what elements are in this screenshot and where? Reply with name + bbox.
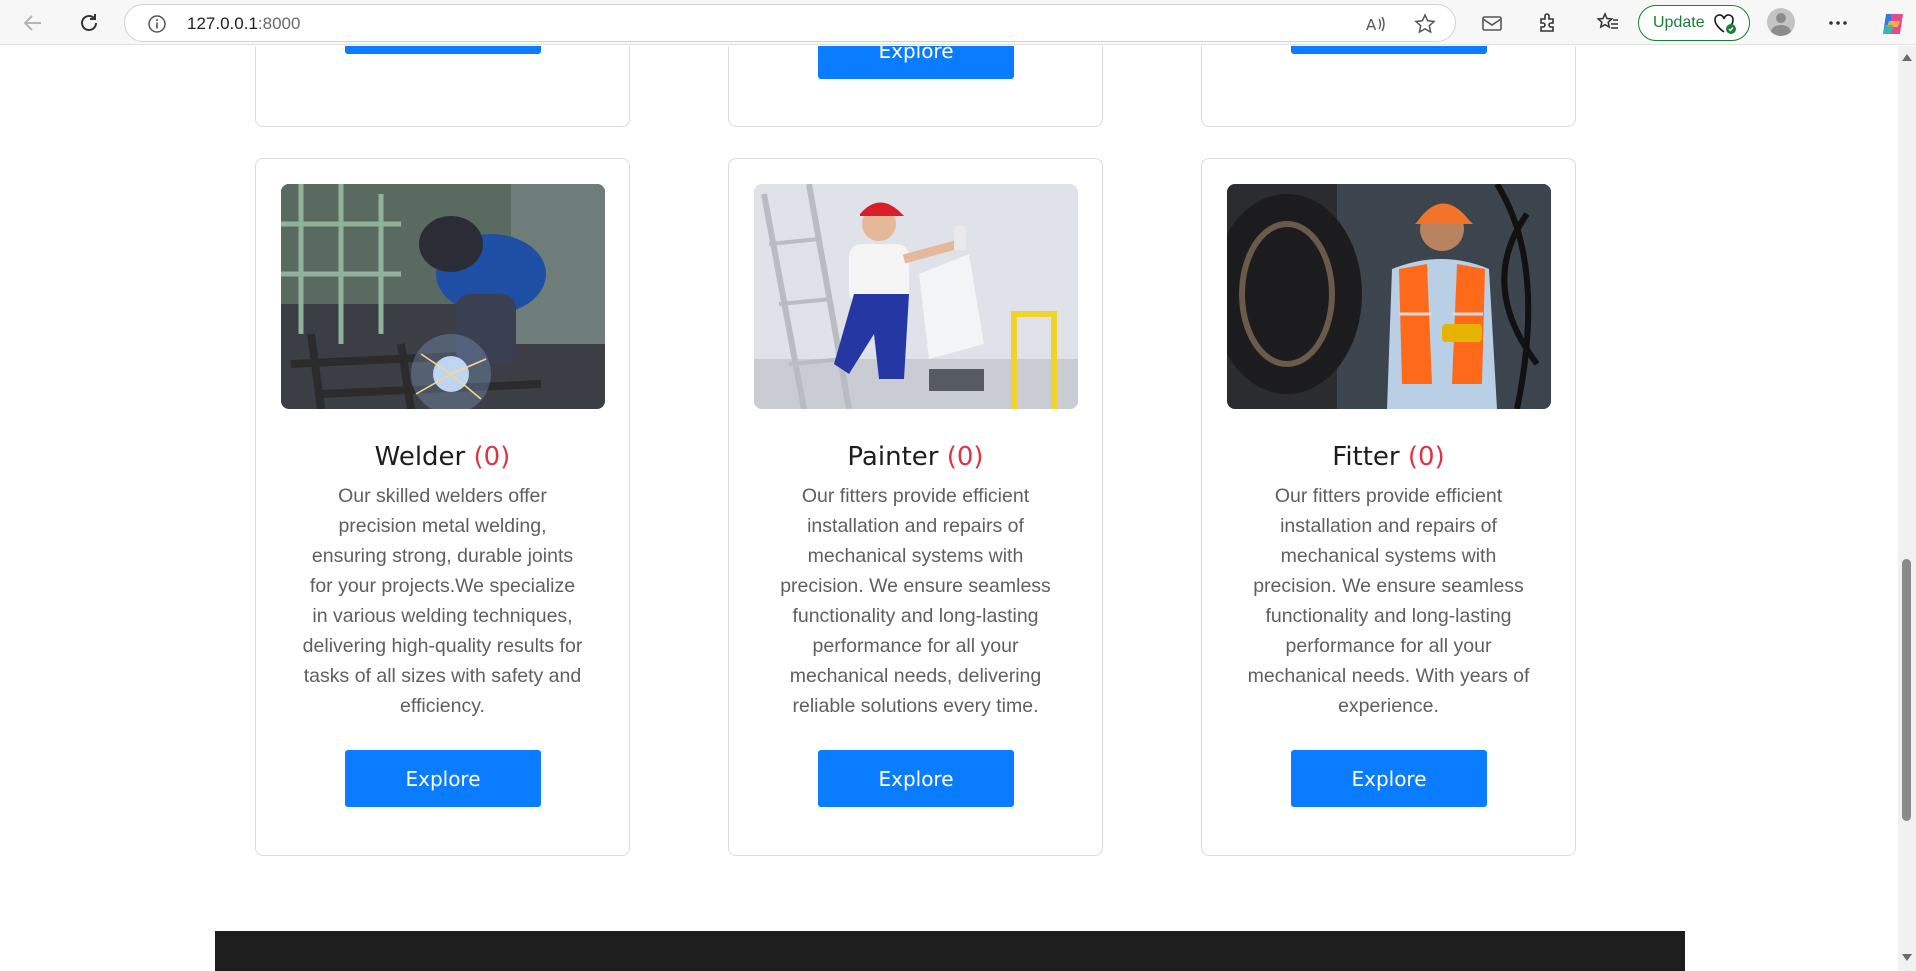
scroll-up-icon[interactable] — [1902, 54, 1912, 61]
service-count: (0) — [473, 442, 511, 472]
site-info-icon[interactable] — [147, 14, 167, 39]
profile-avatar[interactable] — [1767, 8, 1795, 36]
back-arrow-icon — [23, 15, 41, 31]
explore-button[interactable]: Explore — [818, 750, 1014, 807]
favorite-star-icon[interactable] — [1414, 13, 1436, 35]
update-label: Update — [1653, 14, 1705, 31]
service-description: Our skilled welders offer precision meta… — [302, 485, 583, 717]
service-card-top-3 — [1201, 46, 1576, 127]
service-title: Welder (0) — [256, 442, 629, 472]
update-button[interactable]: Update — [1638, 5, 1750, 41]
vertical-scrollbar[interactable] — [1898, 46, 1916, 971]
service-description: Our fitters provide efficient installati… — [780, 485, 1051, 717]
fitter-image — [1227, 184, 1551, 409]
page-footer — [215, 931, 1685, 971]
scrollbar-thumb[interactable] — [1902, 559, 1911, 821]
service-title: Fitter (0) — [1202, 442, 1575, 472]
copilot-icon[interactable] — [1880, 11, 1904, 35]
explore-label: Explore — [878, 46, 954, 63]
address-bar[interactable]: 127.0.0.1:8000 A — [124, 4, 1456, 42]
service-title: Painter (0) — [729, 442, 1102, 472]
service-count: (0) — [1407, 442, 1445, 472]
service-card-fitter: Fitter (0) Our fitters provide efficient… — [1201, 158, 1576, 856]
reload-icon — [81, 14, 97, 31]
service-description: Our fitters provide efficient installati… — [1247, 485, 1530, 717]
explore-button[interactable]: Explore — [1291, 750, 1487, 807]
svg-text:A: A — [1366, 16, 1377, 34]
read-aloud-icon[interactable]: A — [1365, 13, 1387, 35]
mail-icon[interactable] — [1480, 11, 1504, 35]
service-name: Welder — [374, 442, 466, 472]
service-name: Painter — [847, 442, 939, 472]
explore-button[interactable] — [345, 46, 541, 54]
explore-button[interactable]: Explore — [345, 750, 541, 807]
reload-button[interactable] — [74, 8, 104, 38]
service-card-painter: Painter (0) Our fitters provide efficien… — [728, 158, 1103, 856]
page-viewport: Explore Welder (0) Our skilled welders o… — [0, 46, 1898, 971]
more-options-icon[interactable] — [1826, 11, 1850, 35]
service-card-top-2: Explore — [728, 46, 1103, 127]
url-host: 127.0.0.1 — [187, 14, 258, 33]
explore-label: Explore — [405, 766, 481, 791]
collections-icon[interactable] — [1596, 11, 1620, 35]
browser-toolbar: 127.0.0.1:8000 A Update — [0, 0, 1916, 45]
explore-label: Explore — [878, 766, 954, 791]
url-text[interactable]: 127.0.0.1:8000 — [187, 14, 300, 34]
back-button[interactable] — [18, 8, 48, 38]
service-count: (0) — [946, 442, 984, 472]
explore-button[interactable] — [1291, 46, 1487, 54]
explore-button[interactable]: Explore — [818, 46, 1014, 79]
service-card-top-1 — [255, 46, 630, 127]
heart-update-icon — [1713, 13, 1737, 40]
explore-label: Explore — [1351, 766, 1427, 791]
service-name: Fitter — [1332, 442, 1400, 472]
scroll-down-icon[interactable] — [1902, 954, 1912, 961]
url-port: :8000 — [257, 14, 301, 33]
extensions-puzzle-icon[interactable] — [1536, 11, 1560, 35]
painter-image — [754, 184, 1078, 409]
service-card-welder: Welder (0) Our skilled welders offer pre… — [255, 158, 630, 856]
welder-image — [281, 184, 605, 409]
